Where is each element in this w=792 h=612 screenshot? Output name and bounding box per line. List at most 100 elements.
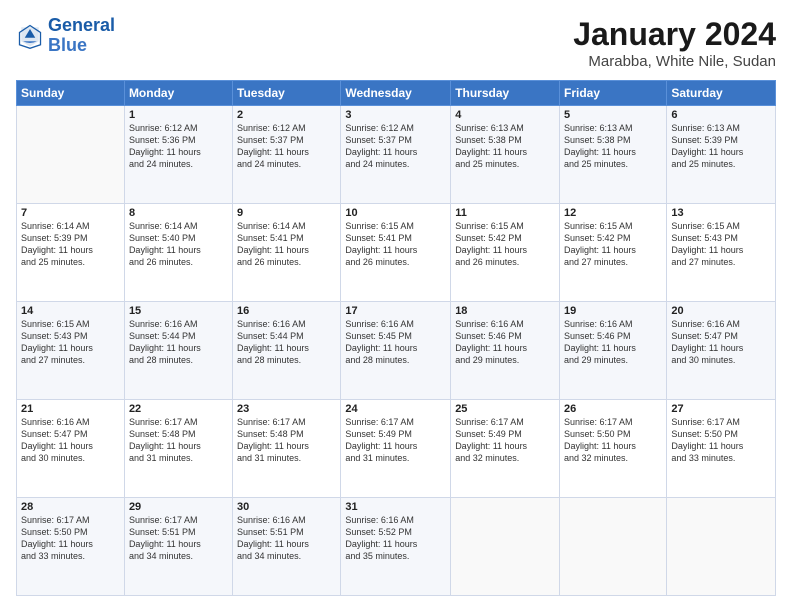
cell-info: Sunrise: 6:16 AM Sunset: 5:47 PM Dayligh… (21, 416, 120, 465)
cell-info: Sunrise: 6:16 AM Sunset: 5:44 PM Dayligh… (237, 318, 336, 367)
day-number: 30 (237, 501, 336, 513)
calendar-cell: 20Sunrise: 6:16 AM Sunset: 5:47 PM Dayli… (667, 302, 776, 400)
calendar-cell: 30Sunrise: 6:16 AM Sunset: 5:51 PM Dayli… (233, 498, 341, 596)
day-number: 16 (237, 305, 336, 317)
calendar-cell: 17Sunrise: 6:16 AM Sunset: 5:45 PM Dayli… (341, 302, 451, 400)
week-row-1: 1Sunrise: 6:12 AM Sunset: 5:36 PM Daylig… (17, 106, 776, 204)
cell-info: Sunrise: 6:14 AM Sunset: 5:40 PM Dayligh… (129, 220, 228, 269)
calendar-cell: 2Sunrise: 6:12 AM Sunset: 5:37 PM Daylig… (233, 106, 341, 204)
day-number: 7 (21, 207, 120, 219)
day-number: 18 (455, 305, 555, 317)
calendar-cell (560, 498, 667, 596)
day-number: 23 (237, 403, 336, 415)
week-row-3: 14Sunrise: 6:15 AM Sunset: 5:43 PM Dayli… (17, 302, 776, 400)
cell-info: Sunrise: 6:17 AM Sunset: 5:50 PM Dayligh… (671, 416, 771, 465)
cell-info: Sunrise: 6:15 AM Sunset: 5:42 PM Dayligh… (564, 220, 662, 269)
calendar-cell: 7Sunrise: 6:14 AM Sunset: 5:39 PM Daylig… (17, 204, 125, 302)
calendar-cell (451, 498, 560, 596)
calendar-cell: 10Sunrise: 6:15 AM Sunset: 5:41 PM Dayli… (341, 204, 451, 302)
weekday-header-row: SundayMondayTuesdayWednesdayThursdayFrid… (17, 81, 776, 106)
calendar-cell: 6Sunrise: 6:13 AM Sunset: 5:39 PM Daylig… (667, 106, 776, 204)
day-number: 27 (671, 403, 771, 415)
cell-info: Sunrise: 6:13 AM Sunset: 5:38 PM Dayligh… (455, 122, 555, 171)
week-row-4: 21Sunrise: 6:16 AM Sunset: 5:47 PM Dayli… (17, 400, 776, 498)
day-number: 22 (129, 403, 228, 415)
day-number: 24 (345, 403, 446, 415)
weekday-header-thursday: Thursday (451, 81, 560, 106)
day-number: 10 (345, 207, 446, 219)
cell-info: Sunrise: 6:13 AM Sunset: 5:39 PM Dayligh… (671, 122, 771, 171)
page: General Blue January 2024 Marabba, White… (0, 0, 792, 612)
day-number: 13 (671, 207, 771, 219)
weekday-header-wednesday: Wednesday (341, 81, 451, 106)
cell-info: Sunrise: 6:17 AM Sunset: 5:49 PM Dayligh… (345, 416, 446, 465)
day-number: 12 (564, 207, 662, 219)
calendar-cell: 24Sunrise: 6:17 AM Sunset: 5:49 PM Dayli… (341, 400, 451, 498)
day-number: 17 (345, 305, 446, 317)
cell-info: Sunrise: 6:16 AM Sunset: 5:47 PM Dayligh… (671, 318, 771, 367)
cell-info: Sunrise: 6:15 AM Sunset: 5:43 PM Dayligh… (21, 318, 120, 367)
cell-info: Sunrise: 6:17 AM Sunset: 5:50 PM Dayligh… (564, 416, 662, 465)
calendar-cell: 18Sunrise: 6:16 AM Sunset: 5:46 PM Dayli… (451, 302, 560, 400)
day-number: 20 (671, 305, 771, 317)
cell-info: Sunrise: 6:16 AM Sunset: 5:52 PM Dayligh… (345, 514, 446, 563)
title-block: January 2024 Marabba, White Nile, Sudan (573, 16, 776, 70)
calendar-cell: 31Sunrise: 6:16 AM Sunset: 5:52 PM Dayli… (341, 498, 451, 596)
weekday-header-tuesday: Tuesday (233, 81, 341, 106)
calendar-cell: 5Sunrise: 6:13 AM Sunset: 5:38 PM Daylig… (560, 106, 667, 204)
day-number: 1 (129, 109, 228, 121)
calendar-table: SundayMondayTuesdayWednesdayThursdayFrid… (16, 80, 776, 596)
calendar-cell: 8Sunrise: 6:14 AM Sunset: 5:40 PM Daylig… (124, 204, 232, 302)
month-title: January 2024 (573, 16, 776, 53)
cell-info: Sunrise: 6:16 AM Sunset: 5:45 PM Dayligh… (345, 318, 446, 367)
location-title: Marabba, White Nile, Sudan (573, 53, 776, 70)
logo-line1: General (48, 15, 115, 35)
calendar-cell: 4Sunrise: 6:13 AM Sunset: 5:38 PM Daylig… (451, 106, 560, 204)
weekday-header-monday: Monday (124, 81, 232, 106)
day-number: 5 (564, 109, 662, 121)
calendar-cell: 28Sunrise: 6:17 AM Sunset: 5:50 PM Dayli… (17, 498, 125, 596)
calendar-cell: 23Sunrise: 6:17 AM Sunset: 5:48 PM Dayli… (233, 400, 341, 498)
cell-info: Sunrise: 6:12 AM Sunset: 5:37 PM Dayligh… (237, 122, 336, 171)
day-number: 6 (671, 109, 771, 121)
calendar-cell: 16Sunrise: 6:16 AM Sunset: 5:44 PM Dayli… (233, 302, 341, 400)
day-number: 31 (345, 501, 446, 513)
day-number: 9 (237, 207, 336, 219)
cell-info: Sunrise: 6:14 AM Sunset: 5:39 PM Dayligh… (21, 220, 120, 269)
calendar-cell: 22Sunrise: 6:17 AM Sunset: 5:48 PM Dayli… (124, 400, 232, 498)
day-number: 21 (21, 403, 120, 415)
day-number: 15 (129, 305, 228, 317)
day-number: 3 (345, 109, 446, 121)
calendar-cell (17, 106, 125, 204)
day-number: 14 (21, 305, 120, 317)
calendar-cell: 3Sunrise: 6:12 AM Sunset: 5:37 PM Daylig… (341, 106, 451, 204)
cell-info: Sunrise: 6:16 AM Sunset: 5:44 PM Dayligh… (129, 318, 228, 367)
calendar-cell: 1Sunrise: 6:12 AM Sunset: 5:36 PM Daylig… (124, 106, 232, 204)
calendar-cell: 25Sunrise: 6:17 AM Sunset: 5:49 PM Dayli… (451, 400, 560, 498)
calendar-cell: 13Sunrise: 6:15 AM Sunset: 5:43 PM Dayli… (667, 204, 776, 302)
cell-info: Sunrise: 6:12 AM Sunset: 5:37 PM Dayligh… (345, 122, 446, 171)
weekday-header-sunday: Sunday (17, 81, 125, 106)
header: General Blue January 2024 Marabba, White… (16, 16, 776, 70)
cell-info: Sunrise: 6:15 AM Sunset: 5:43 PM Dayligh… (671, 220, 771, 269)
calendar-cell: 27Sunrise: 6:17 AM Sunset: 5:50 PM Dayli… (667, 400, 776, 498)
calendar-cell: 19Sunrise: 6:16 AM Sunset: 5:46 PM Dayli… (560, 302, 667, 400)
cell-info: Sunrise: 6:17 AM Sunset: 5:48 PM Dayligh… (129, 416, 228, 465)
week-row-2: 7Sunrise: 6:14 AM Sunset: 5:39 PM Daylig… (17, 204, 776, 302)
weekday-header-friday: Friday (560, 81, 667, 106)
cell-info: Sunrise: 6:17 AM Sunset: 5:50 PM Dayligh… (21, 514, 120, 563)
day-number: 19 (564, 305, 662, 317)
day-number: 11 (455, 207, 555, 219)
logo-icon (16, 22, 44, 50)
logo-text: General Blue (48, 16, 115, 56)
calendar-cell: 21Sunrise: 6:16 AM Sunset: 5:47 PM Dayli… (17, 400, 125, 498)
weekday-header-saturday: Saturday (667, 81, 776, 106)
day-number: 4 (455, 109, 555, 121)
cell-info: Sunrise: 6:12 AM Sunset: 5:36 PM Dayligh… (129, 122, 228, 171)
cell-info: Sunrise: 6:17 AM Sunset: 5:49 PM Dayligh… (455, 416, 555, 465)
day-number: 2 (237, 109, 336, 121)
day-number: 29 (129, 501, 228, 513)
logo-line2: Blue (48, 35, 87, 55)
calendar-cell: 26Sunrise: 6:17 AM Sunset: 5:50 PM Dayli… (560, 400, 667, 498)
cell-info: Sunrise: 6:16 AM Sunset: 5:46 PM Dayligh… (564, 318, 662, 367)
